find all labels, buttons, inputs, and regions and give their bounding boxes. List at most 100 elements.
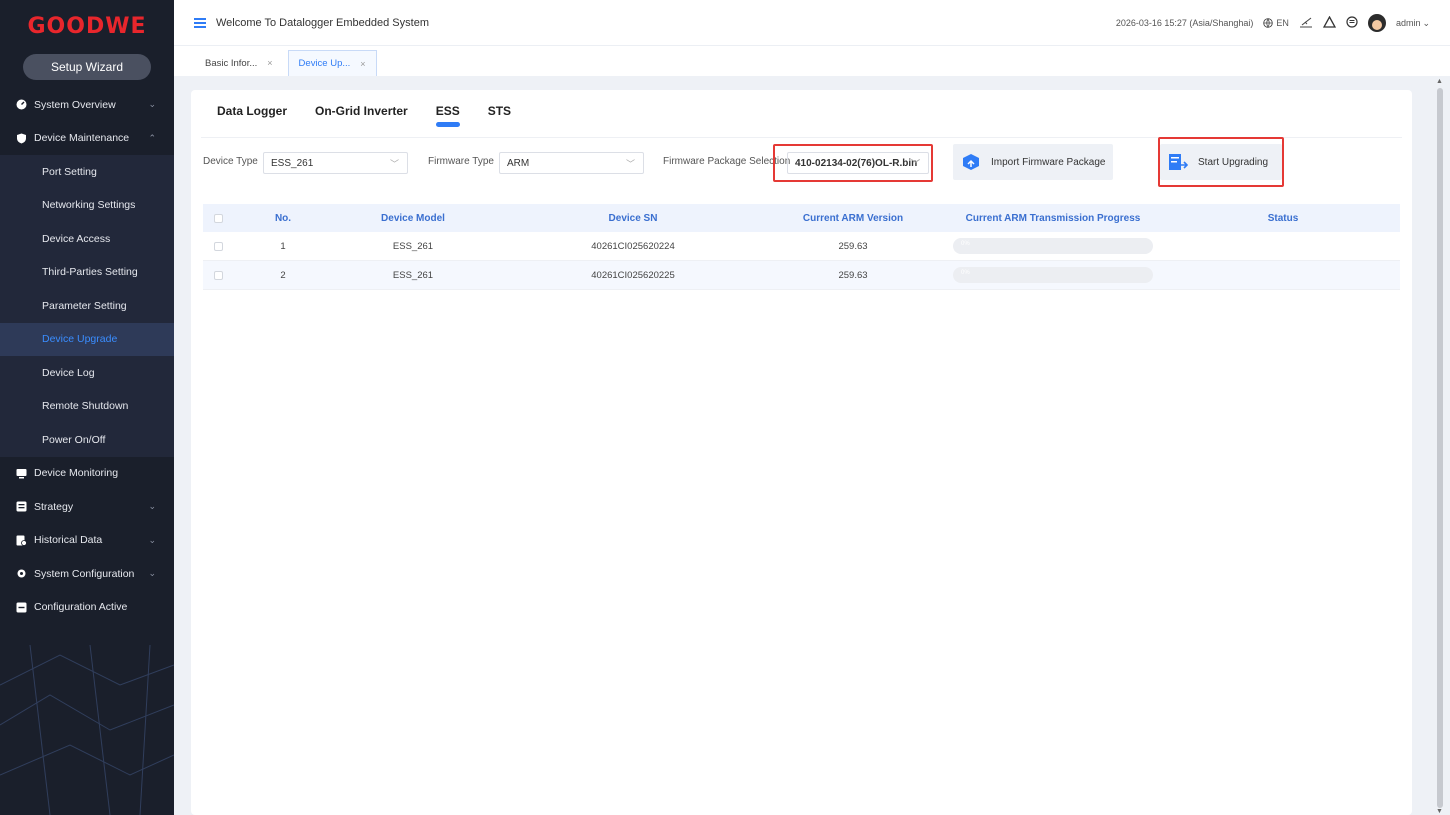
sidebar-item-system-configuration[interactable]: System Configuration ⌄ xyxy=(0,557,174,591)
cell-progress: 0% xyxy=(933,238,1173,254)
sidebar-item-label: Historical Data xyxy=(34,534,103,547)
cell-sn: 40261CI025620224 xyxy=(591,240,675,252)
firmware-type-select[interactable]: ARM ﹀ xyxy=(499,152,644,174)
close-icon[interactable]: × xyxy=(267,58,272,68)
sidebar-nav: System Overview ⌄ Device Maintenance ⌃ xyxy=(0,88,174,155)
progress-text: 0% xyxy=(961,241,970,247)
firmware-package-label: Firmware Package Selection xyxy=(663,156,791,167)
sidebar-item-port-setting[interactable]: Port Setting xyxy=(0,155,174,189)
device-category-tabs: Data Logger On-Grid Inverter ESS STS xyxy=(217,104,511,127)
column-header-sn: Device SN xyxy=(608,212,658,224)
cell-no: 2 xyxy=(280,269,286,281)
config-icon xyxy=(16,602,27,613)
goodwe-logo[interactable]: GOODWE xyxy=(0,0,174,52)
sidebar-item-strategy[interactable]: Strategy ⌄ xyxy=(0,490,174,524)
device-type-select[interactable]: ESS_261 ﹀ xyxy=(263,152,408,174)
menu-circle-icon[interactable] xyxy=(1346,16,1358,30)
sidebar-item-label: System Configuration xyxy=(34,567,135,580)
sidebar-decoration xyxy=(0,645,174,815)
close-icon[interactable]: × xyxy=(360,59,365,69)
sidebar-item-device-monitoring[interactable]: Device Monitoring xyxy=(0,457,174,491)
shield-icon xyxy=(16,133,27,144)
sidebar-item-historical-data[interactable]: Historical Data ⌄ xyxy=(0,524,174,558)
cell-model: ESS_261 xyxy=(392,240,434,252)
table-row[interactable]: 1 ESS_261 40261CI025620224 259.63 0% xyxy=(203,232,1400,261)
sidebar-item-networking-settings[interactable]: Networking Settings xyxy=(0,189,174,223)
cell-model: ESS_261 xyxy=(392,269,434,281)
select-value: ESS_261 xyxy=(271,157,314,169)
import-firmware-button[interactable]: Import Firmware Package xyxy=(953,144,1113,180)
table-row[interactable]: 2 ESS_261 40261CI025620225 259.63 0% xyxy=(203,261,1400,290)
sidebar-item-device-maintenance[interactable]: Device Maintenance ⌃ xyxy=(0,122,174,156)
chevron-up-icon: ⌃ xyxy=(148,132,156,143)
subtab-on-grid-inverter[interactable]: On-Grid Inverter xyxy=(315,104,408,124)
sidebar-item-device-upgrade[interactable]: Device Upgrade xyxy=(0,322,174,356)
cell-sn: 40261CI025620225 xyxy=(591,269,675,281)
top-header: Welcome To Datalogger Embedded System 20… xyxy=(174,0,1450,46)
alert-icon[interactable] xyxy=(1322,15,1337,30)
select-all-checkbox[interactable] xyxy=(203,213,233,223)
username-label: admin xyxy=(1395,18,1421,28)
sidebar-item-configuration-active[interactable]: Configuration Active xyxy=(0,591,174,625)
sidebar: GOODWE Setup Wizard System Overview ⌄ De… xyxy=(0,0,174,815)
sidebar-item-power-on-off[interactable]: Power On/Off xyxy=(0,423,174,457)
chevron-down-icon: ﹀ xyxy=(389,158,399,169)
button-label: Import Firmware Package xyxy=(991,156,1106,168)
tab-device-upgrade[interactable]: Device Up... × xyxy=(287,50,377,76)
cloud-upload-icon xyxy=(961,153,981,171)
cell-arm-version: 259.63 xyxy=(838,240,868,252)
chevron-down-icon: ⌄ xyxy=(148,534,156,545)
row-checkbox[interactable] xyxy=(203,241,233,251)
table-header: No. Device Model Device SN Current ARM V… xyxy=(203,204,1400,232)
select-value: ARM xyxy=(507,157,530,169)
column-header-progress: Current ARM Transmission Progress xyxy=(965,212,1141,224)
sidebar-item-label: Strategy xyxy=(34,500,74,513)
setup-wizard-button[interactable]: Setup Wizard xyxy=(23,54,151,80)
user-menu[interactable]: admin ⌄ xyxy=(1396,18,1430,29)
sidebar-item-system-overview[interactable]: System Overview ⌄ xyxy=(0,88,174,122)
filter-bar: Device Type ESS_261 ﹀ Firmware Type ARM … xyxy=(203,137,1383,187)
strategy-icon xyxy=(16,501,27,512)
sidebar-item-third-parties-setting[interactable]: Third-Parties Setting xyxy=(0,256,174,290)
tab-label: Device Up... xyxy=(298,58,351,69)
chevron-down-icon: ⌄ xyxy=(148,99,156,110)
progress-bar: 0% xyxy=(953,267,1153,283)
device-maintenance-submenu: Port Setting Networking Settings Device … xyxy=(0,155,174,457)
signal-icon[interactable] xyxy=(1299,16,1313,30)
sidebar-item-device-log[interactable]: Device Log xyxy=(0,356,174,390)
menu-toggle-icon[interactable] xyxy=(194,17,206,28)
subtab-data-logger[interactable]: Data Logger xyxy=(217,104,287,124)
sidebar-item-label: System Overview xyxy=(34,98,116,111)
cell-arm-version: 259.63 xyxy=(838,269,868,281)
sidebar-item-label: Device Monitoring xyxy=(34,467,119,480)
column-header-arm: Current ARM Version xyxy=(802,212,904,224)
page-tabs: Basic Infor... × Device Up... × xyxy=(174,46,1450,76)
column-header-model: Device Model xyxy=(381,212,445,224)
chevron-down-icon: ﹀ xyxy=(625,158,635,169)
avatar[interactable] xyxy=(1367,14,1386,32)
language-label: EN xyxy=(1276,18,1289,28)
language-switch[interactable]: EN xyxy=(1263,18,1289,28)
scroll-thumb[interactable] xyxy=(1437,88,1443,808)
device-upgrade-panel: Data Logger On-Grid Inverter ESS STS Dev… xyxy=(191,90,1412,815)
scroll-up-icon[interactable]: ▲ xyxy=(1436,78,1443,85)
header-toolbar: 2026-03-16 15:27 (Asia/Shanghai) EN admi… xyxy=(1116,0,1430,46)
column-header-no: No. xyxy=(274,212,292,224)
sidebar-item-label: Device Maintenance xyxy=(34,132,130,145)
subtab-sts[interactable]: STS xyxy=(488,104,511,124)
sidebar-item-device-access[interactable]: Device Access xyxy=(0,222,174,256)
speedometer-icon xyxy=(16,99,27,110)
subtab-ess[interactable]: ESS xyxy=(435,104,460,127)
sidebar-item-parameter-setting[interactable]: Parameter Setting xyxy=(0,289,174,323)
chevron-down-icon: ⌄ xyxy=(148,501,156,512)
row-checkbox[interactable] xyxy=(203,270,233,280)
page-scrollbar[interactable]: ▲ ▼ xyxy=(1436,78,1444,815)
package-highlight xyxy=(773,144,933,182)
tab-basic-info[interactable]: Basic Infor... × xyxy=(194,50,284,76)
column-header-status: Status xyxy=(1267,212,1299,224)
sidebar-item-remote-shutdown[interactable]: Remote Shutdown xyxy=(0,390,174,424)
scroll-down-icon[interactable]: ▼ xyxy=(1436,808,1443,815)
datetime-text: 2026-03-16 15:27 (Asia/Shanghai) xyxy=(1115,18,1254,28)
tab-label: Basic Infor... xyxy=(205,57,258,69)
progress-text: 0% xyxy=(961,270,970,276)
